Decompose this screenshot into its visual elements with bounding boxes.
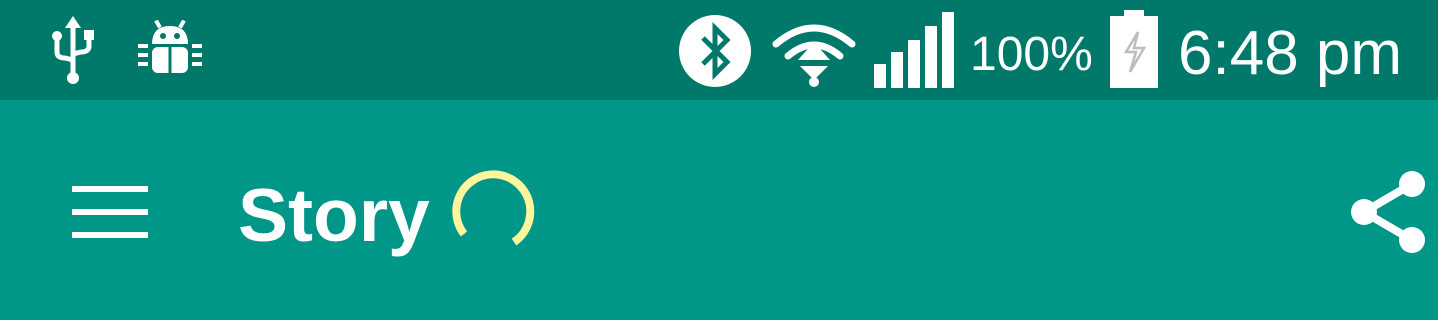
loading-spinner: [452, 170, 535, 246]
battery-percentage: 100%: [970, 28, 1093, 81]
wifi-icon: [772, 24, 856, 87]
page-title: Story: [238, 173, 430, 257]
share-icon[interactable]: [1350, 170, 1430, 254]
hamburger-menu-icon[interactable]: [72, 186, 148, 238]
bluetooth-icon: [679, 15, 751, 87]
usb-icon: [52, 16, 94, 84]
status-bar: 100% 6:48 pm: [0, 0, 1438, 100]
app-toolbar: [0, 100, 1438, 320]
cell-signal-icon: [874, 12, 954, 88]
status-time: 6:48 pm: [1178, 19, 1403, 88]
battery-charging-icon: [1110, 10, 1158, 88]
android-debug-icon: [138, 20, 202, 73]
